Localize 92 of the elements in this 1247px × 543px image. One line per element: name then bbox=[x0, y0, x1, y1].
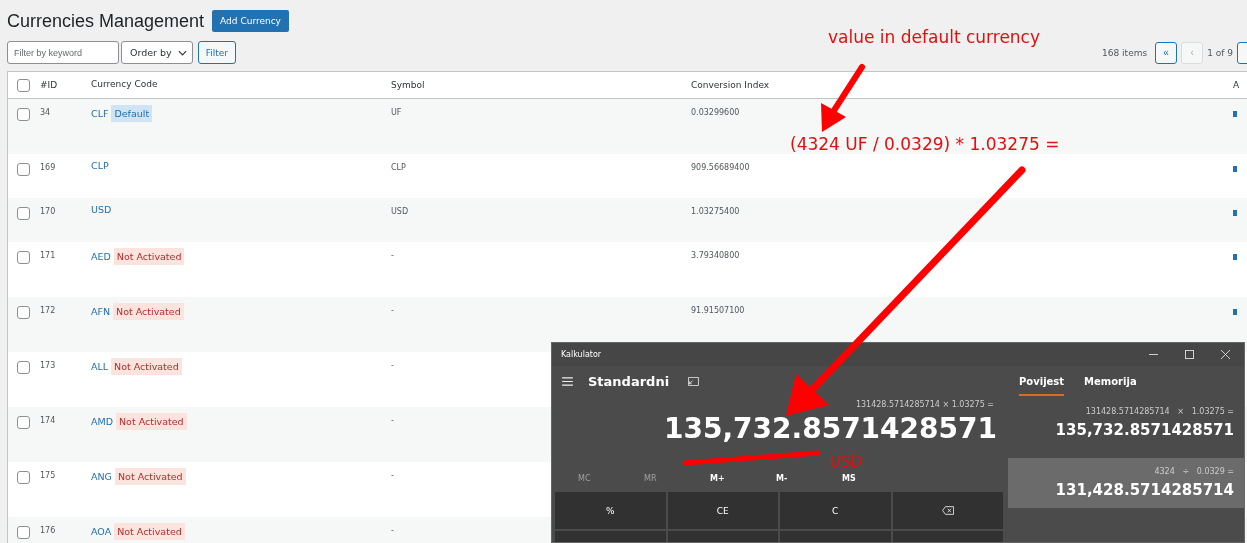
id-cell-text: 175 bbox=[40, 471, 57, 480]
panel-tab[interactable]: Povijest bbox=[1019, 374, 1065, 396]
symbol-cell: CLP bbox=[391, 163, 406, 172]
mode-title: Standardni bbox=[588, 373, 670, 389]
id-cell-text: 170 bbox=[40, 207, 57, 216]
backspace-icon bbox=[941, 506, 954, 515]
history-expression: 131428.5714285714 × 1.03275 = bbox=[1085, 407, 1234, 416]
history-result: 131,428.5714285714 bbox=[1055, 481, 1234, 499]
currency-code-link[interactable]: ANG bbox=[91, 471, 112, 482]
currency-code-link[interactable]: USD bbox=[91, 204, 112, 215]
overlay-mode-icon[interactable] bbox=[688, 376, 700, 386]
column-header[interactable]: Conversion Index bbox=[691, 80, 1233, 90]
symbol-cell: - bbox=[391, 416, 394, 425]
symbol-cell: - bbox=[391, 526, 394, 535]
column-header[interactable]: A bbox=[1233, 80, 1240, 90]
conversion-cell: 0.03299600 bbox=[691, 108, 740, 117]
page-title: Currencies Management bbox=[7, 10, 205, 32]
memory-button[interactable]: MS bbox=[832, 473, 898, 483]
row-checkbox[interactable] bbox=[17, 207, 30, 220]
expression-text: 131428.5714285714 × 1.03275 = bbox=[854, 400, 995, 409]
status-badge: Not Activated bbox=[114, 468, 186, 485]
symbol-cell: - bbox=[391, 471, 394, 480]
symbol-cell: UF bbox=[391, 108, 402, 117]
status-badge: Not Activated bbox=[111, 358, 182, 375]
page-indicator: 1 of 9 bbox=[1207, 47, 1233, 58]
id-cell-text: 173 bbox=[40, 361, 57, 370]
history-expression: 4324 ÷ 0.0329 = bbox=[1154, 467, 1234, 476]
history-item[interactable]: 131428.5714285714 × 1.03275 = 135,732.8571428571 bbox=[1008, 398, 1244, 448]
column-header[interactable]: #ID bbox=[40, 80, 91, 90]
row-checkbox[interactable] bbox=[17, 163, 30, 176]
id-cell-text: 34 bbox=[40, 108, 52, 117]
symbol-cell: - bbox=[391, 251, 394, 260]
row-checkbox[interactable] bbox=[17, 416, 30, 429]
currency-code-link[interactable]: AOA bbox=[91, 526, 112, 537]
row-checkbox[interactable] bbox=[17, 108, 30, 121]
id-cell-text: 174 bbox=[40, 416, 57, 425]
status-badge: Not Activated bbox=[113, 248, 185, 265]
currency-code-link[interactable]: CLP bbox=[91, 160, 109, 171]
close-icon[interactable] bbox=[1221, 350, 1230, 359]
window-title: Kalkulator bbox=[561, 350, 602, 359]
annotation-text: value in default currency bbox=[828, 27, 1041, 47]
symbol-cell: - bbox=[391, 361, 394, 370]
row-checkbox[interactable] bbox=[17, 526, 30, 539]
symbol-cell: - bbox=[391, 306, 394, 315]
row-checkbox[interactable] bbox=[17, 471, 30, 484]
calculator-key[interactable]: C bbox=[780, 492, 891, 529]
id-cell-text: 171 bbox=[40, 251, 57, 260]
row-checkbox[interactable] bbox=[17, 361, 30, 374]
currency-code-link[interactable]: ALL bbox=[91, 361, 109, 372]
menu-icon[interactable] bbox=[562, 376, 573, 386]
currency-code-link[interactable]: AED bbox=[91, 251, 111, 262]
status-badge: Default bbox=[111, 105, 153, 122]
memory-button: MR bbox=[634, 473, 700, 483]
symbol-cell: USD bbox=[391, 207, 409, 216]
column-header[interactable]: Currency Code bbox=[91, 78, 391, 89]
conversion-cell: 909.56689400 bbox=[691, 163, 750, 172]
currency-code-link[interactable]: AMD bbox=[91, 416, 113, 427]
first-page-button[interactable]: « bbox=[1155, 41, 1178, 64]
order-by-dropdown[interactable]: Order by bbox=[121, 41, 193, 64]
status-badge: Not Activated bbox=[113, 303, 184, 320]
status-badge: Not Activated bbox=[114, 523, 185, 540]
add-currency-button[interactable]: Add Currency bbox=[212, 10, 289, 32]
conversion-cell: 1.03275400 bbox=[691, 207, 740, 216]
currency-code-link[interactable]: CLF bbox=[91, 108, 109, 119]
caret-icon bbox=[177, 49, 187, 56]
conversion-cell: 91.91507100 bbox=[691, 306, 745, 315]
memory-button[interactable]: M+ bbox=[700, 473, 766, 483]
item-count: 168 items bbox=[1102, 47, 1148, 58]
row-checkbox[interactable] bbox=[17, 251, 30, 264]
annotation-text: (4324 UF / 0.0329) * 1.03275 = bbox=[790, 134, 1060, 154]
filter-button[interactable]: Filter bbox=[197, 41, 236, 64]
memory-button: MC bbox=[568, 473, 634, 483]
id-cell-text: 172 bbox=[40, 306, 57, 315]
id-cell-text: 176 bbox=[40, 526, 57, 535]
history-item[interactable]: 4324 ÷ 0.0329 = 131,428.5714285714 bbox=[1008, 458, 1244, 508]
calculator-key[interactable]: % bbox=[555, 492, 666, 529]
panel-tab[interactable]: Memorija bbox=[1084, 374, 1137, 396]
select-all-checkbox[interactable] bbox=[17, 78, 30, 92]
conversion-cell: 3.79340800 bbox=[691, 251, 740, 260]
history-result: 135,732.8571428571 bbox=[1055, 421, 1234, 439]
memory-button[interactable]: M- bbox=[766, 473, 832, 483]
status-badge: Not Activated bbox=[116, 413, 187, 430]
maximize-icon[interactable] bbox=[1185, 350, 1194, 359]
currency-code-link[interactable]: AFN bbox=[91, 306, 111, 317]
row-checkbox[interactable] bbox=[17, 306, 30, 319]
result-display: 135,732.8571428571 bbox=[663, 412, 998, 447]
annotation-text: USD bbox=[830, 453, 863, 471]
arrow bbox=[821, 64, 865, 132]
id-cell-text: 169 bbox=[40, 163, 57, 172]
column-header[interactable]: Symbol bbox=[391, 80, 691, 90]
keyword-field[interactable]: Filter by keyword bbox=[7, 41, 119, 64]
calculator-key[interactable]: CE bbox=[667, 492, 778, 529]
